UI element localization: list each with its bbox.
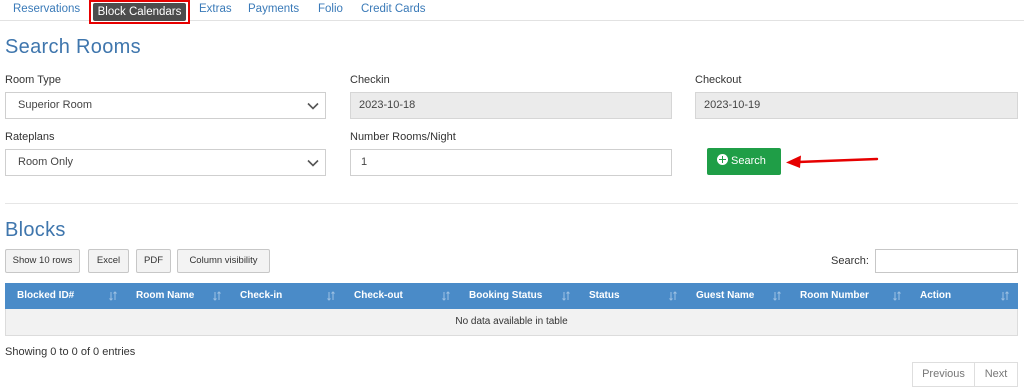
tab-bar: Reservations Block Calendars Extras Paym… xyxy=(0,0,1024,24)
search-button-label: Search xyxy=(731,155,766,167)
column-visibility-button[interactable]: Column visibility xyxy=(177,249,270,273)
checkin-label: Checkin xyxy=(350,74,390,86)
column-header-room-name[interactable]: Room Name xyxy=(136,290,194,301)
chevron-down-icon xyxy=(307,159,319,167)
tab-extras[interactable]: Extras xyxy=(199,3,232,15)
chevron-down-icon xyxy=(307,102,319,110)
table-header: Blocked ID# Room Name Check-in Check-out… xyxy=(5,283,1018,309)
rateplans-value: Room Only xyxy=(18,156,74,168)
tab-credit-cards[interactable]: Credit Cards xyxy=(361,3,426,15)
sort-icon xyxy=(442,291,450,301)
table-empty-row: No data available in table xyxy=(5,309,1018,336)
column-header-booking-status[interactable]: Booking Status xyxy=(469,290,542,301)
tab-payments[interactable]: Payments xyxy=(248,3,299,15)
tab-reservations[interactable]: Reservations xyxy=(13,3,80,15)
previous-page-button[interactable]: Previous xyxy=(912,362,975,387)
room-type-select[interactable]: Superior Room xyxy=(5,92,326,119)
column-header-guest-name[interactable]: Guest Name xyxy=(696,290,754,301)
table-search-input[interactable] xyxy=(875,249,1018,273)
room-type-label: Room Type xyxy=(5,74,62,86)
checkout-field[interactable]: 2023-10-19 xyxy=(695,92,1018,119)
rateplans-label: Rateplans xyxy=(5,131,55,143)
sort-icon xyxy=(213,291,221,301)
column-header-blocked-id[interactable]: Blocked ID# xyxy=(17,290,74,301)
sort-icon xyxy=(893,291,901,301)
section-divider xyxy=(5,203,1018,204)
search-button[interactable]: Search xyxy=(707,148,781,175)
table-search-label: Search: xyxy=(831,255,869,267)
sort-icon xyxy=(109,291,117,301)
rateplans-select[interactable]: Room Only xyxy=(5,149,326,176)
plus-circle-icon xyxy=(717,154,728,165)
show-rows-button[interactable]: Show 10 rows xyxy=(5,249,80,273)
arrow-left-annotation xyxy=(786,155,879,168)
table-info: Showing 0 to 0 of 0 entries xyxy=(5,346,136,358)
column-header-room-number[interactable]: Room Number xyxy=(800,290,869,301)
tab-folio[interactable]: Folio xyxy=(318,3,343,15)
sort-icon xyxy=(327,291,335,301)
sort-icon xyxy=(773,291,781,301)
checkin-field[interactable]: 2023-10-18 xyxy=(350,92,672,119)
sort-icon xyxy=(669,291,677,301)
column-header-check-in[interactable]: Check-in xyxy=(240,290,282,301)
excel-button[interactable]: Excel xyxy=(88,249,129,273)
tab-block-calendars[interactable]: Block Calendars xyxy=(93,3,186,21)
pdf-button[interactable]: PDF xyxy=(136,249,171,273)
rooms-night-input[interactable]: 1 xyxy=(350,149,672,176)
room-type-value: Superior Room xyxy=(18,99,92,111)
rooms-night-label: Number Rooms/Night xyxy=(350,131,456,143)
column-header-status[interactable]: Status xyxy=(589,290,620,301)
column-header-check-out[interactable]: Check-out xyxy=(354,290,403,301)
tab-block-calendars-highlight: Block Calendars xyxy=(89,0,190,24)
sort-icon xyxy=(1001,291,1009,301)
sort-icon xyxy=(562,291,570,301)
blocks-title: Blocks xyxy=(5,219,66,241)
column-header-action[interactable]: Action xyxy=(920,290,951,301)
next-page-button[interactable]: Next xyxy=(974,362,1018,387)
checkout-label: Checkout xyxy=(695,74,742,86)
search-rooms-title: Search Rooms xyxy=(5,36,141,58)
